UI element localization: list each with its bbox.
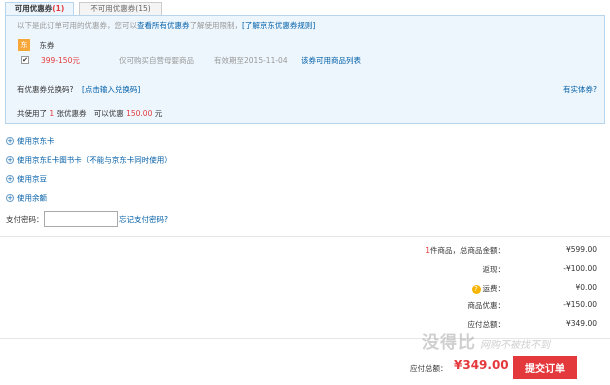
use-ecard-link[interactable]: 使用京东E卡图书卡（不能与京东卡同时使用） <box>17 156 172 165</box>
divider <box>0 236 610 237</box>
order-total-value: ¥349.00 <box>454 358 509 372</box>
cashback-row: 返现： -¥100.00 <box>337 264 598 275</box>
hint-text: 以下是此订单可用的优惠券，您可以 <box>17 21 137 30</box>
coupon-rules-link[interactable]: [了解京东优惠券规则] <box>242 21 315 30</box>
summary-prefix: 共使用了 <box>17 109 47 118</box>
jd-coupon-badge-icon: 东 <box>18 39 30 51</box>
watermark: 没得比 网购不被找不到 <box>422 328 550 353</box>
plus-icon[interactable]: + <box>6 194 14 202</box>
shop-row: 东 东券 <box>18 39 54 51</box>
discount-row: 商品优惠： -¥150.00 <box>337 300 598 311</box>
plus-icon[interactable]: + <box>6 137 14 145</box>
shipping-label: ? 运费： <box>471 283 506 294</box>
coupon-expiry: 有效期至2015-11-04 <box>214 56 288 65</box>
coupon-item: ✔ 399-150元 仅可购买自营母婴商品 有效期至2015-11-04 该券可… <box>21 55 601 66</box>
use-jingdou-link[interactable]: 使用京豆 <box>17 175 47 184</box>
coupon-checkbox[interactable]: ✔ <box>21 56 29 64</box>
shipping-row: ? 运费： ¥0.00 <box>337 283 597 294</box>
tab-count: (15) <box>135 4 151 13</box>
tab-available-coupons[interactable]: 可用优惠券(1) <box>5 2 74 16</box>
total-goods-text: 件商品，总商品金额： <box>430 246 505 255</box>
coupon-value: 399-150元 <box>41 56 80 65</box>
total-goods-value: ¥599.00 <box>565 245 597 254</box>
plus-icon[interactable]: + <box>6 156 14 164</box>
shop-name: 东券 <box>39 40 55 50</box>
tab-label: 可用优惠券 <box>14 4 53 13</box>
total-goods-label: 1件商品，总商品金额： <box>425 245 505 256</box>
submit-order-button[interactable]: 提交订单 <box>513 356 577 379</box>
forgot-pay-password-link[interactable]: 忘记支付密码? <box>119 214 168 225</box>
cashback-label: 返现： <box>482 265 506 274</box>
tab-label: 不可用优惠券 <box>90 4 136 13</box>
use-ecard-option[interactable]: + 使用京东E卡图书卡（不能与京东卡同时使用） <box>6 154 172 165</box>
pay-password-input[interactable] <box>44 211 118 227</box>
plus-icon[interactable]: + <box>6 175 14 183</box>
use-jd-card-link[interactable]: 使用京东卡 <box>17 137 55 146</box>
summary-suffix: 元 <box>154 109 163 118</box>
coupon-goods-link[interactable]: 该券可用商品列表 <box>301 55 361 66</box>
redeem-code-label: 有优惠券兑换码? <box>17 85 74 94</box>
pay-password-label: 支付密码： <box>6 215 44 224</box>
cashback-value: -¥100.00 <box>563 264 597 273</box>
total-goods-row: 1件商品，总商品金额： ¥599.00 <box>337 245 597 256</box>
discount-value: -¥150.00 <box>563 300 597 309</box>
question-icon[interactable]: ? <box>471 284 481 294</box>
enter-redeem-code-link[interactable]: [点击输入兑换码] <box>82 84 140 95</box>
use-jd-card-option[interactable]: + 使用京东卡 <box>6 135 55 146</box>
coupon-limit: 仅可购买自营母婴商品 <box>119 56 194 65</box>
watermark-slogan: 网购不被找不到 <box>480 340 550 351</box>
hint-text-2: 了解使用限制， <box>189 21 243 30</box>
tab-count: (1) <box>52 4 65 13</box>
summary-count: 1 <box>49 109 55 118</box>
coupon-hint: 以下是此订单可用的优惠券，您可以查看所有优惠券了解使用限制，[了解京东优惠券规则… <box>17 20 315 31</box>
coupon-used-summary: 共使用了 1 张优惠券 可以优惠 150.00 元 <box>17 108 162 119</box>
shipping-value: ¥0.00 <box>575 283 597 292</box>
view-all-coupons-link[interactable]: 查看所有优惠券 <box>137 21 190 30</box>
payable-value: ¥349.00 <box>565 319 597 328</box>
use-balance-option[interactable]: + 使用余额 <box>6 192 47 203</box>
summary-discount-prefix: 可以优惠 <box>93 109 124 118</box>
summary-amount: 150.00 <box>126 109 153 118</box>
use-jingdou-option[interactable]: + 使用京豆 <box>6 173 47 184</box>
use-balance-link[interactable]: 使用余额 <box>17 194 47 203</box>
shipping-text: 运费： <box>482 284 506 293</box>
summary-middle: 张优惠券 <box>56 109 87 118</box>
coupon-panel: 以下是此订单可用的优惠券，您可以查看所有优惠券了解使用限制，[了解京东优惠券规则… <box>5 15 605 124</box>
physical-coupon-link[interactable]: 有实体券? <box>563 84 597 95</box>
discount-label: 商品优惠： <box>467 301 506 310</box>
tab-unavailable-coupons[interactable]: 不可用优惠券(15) <box>79 2 162 15</box>
watermark-logo: 没得比 <box>422 333 476 353</box>
order-total-label: 应付总额： <box>410 364 448 373</box>
